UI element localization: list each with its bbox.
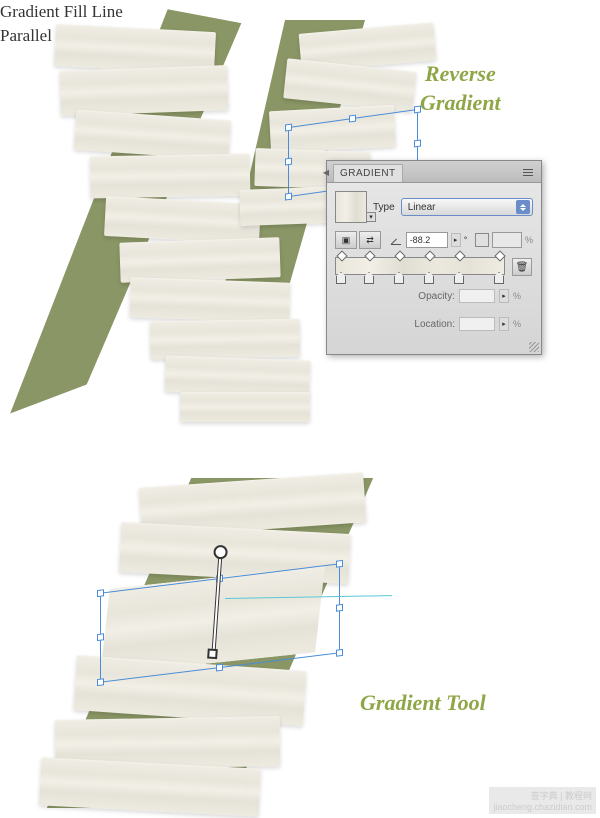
color-stop[interactable] [394,272,404,284]
bandage-strip [129,277,290,323]
opacity-stepper-icon[interactable]: ▸ [499,289,509,303]
type-label: Type [373,202,395,213]
delete-stop-button[interactable]: 🗑 [512,258,532,276]
selection-handle[interactable] [414,139,421,147]
aspect-ratio-icon [475,233,489,247]
bandage-strip [269,105,396,153]
opacity-stop[interactable] [494,250,505,261]
selection-handle[interactable] [336,649,343,657]
selection-handle[interactable] [97,678,104,686]
panel-body: ▾ Type Linear ▣ ⇄ -88.2 ▸ ° [327,183,541,343]
reverse-gradient-button[interactable]: ⇄ [359,231,381,249]
gradient-panel[interactable]: ◀ GRADIENT ▾ Type Linear ▣ ⇄ [326,160,542,355]
bandage-strip [119,237,280,283]
angle-input[interactable]: -88.2 [406,232,448,248]
panel-collapse-button[interactable]: ◀ [321,165,331,179]
opacity-input[interactable] [459,289,495,303]
selection-handle[interactable] [336,560,343,568]
bandage-strip [150,319,301,360]
type-select-dropdown[interactable]: Linear [401,198,533,216]
aspect-input[interactable] [492,232,522,248]
color-stop[interactable] [454,272,464,284]
selection-handle[interactable] [97,633,104,641]
selection-handle[interactable] [97,589,104,597]
bandage-strip [90,154,251,199]
panel-resize-grip[interactable] [529,342,539,352]
panel-menu-button[interactable] [523,165,537,179]
location-input[interactable] [459,317,495,331]
stroke-fill-toggle[interactable]: ▣ [335,231,357,249]
color-stop[interactable] [364,272,374,284]
dropdown-arrows-icon [516,200,530,214]
opacity-label: Opacity: [405,291,455,302]
location-stepper-icon[interactable]: ▸ [499,317,509,331]
color-stop[interactable] [336,272,346,284]
selection-handle[interactable] [216,664,223,672]
bandage-strip [164,355,310,396]
gradient-ramp[interactable]: 🗑 [335,257,505,275]
color-stop[interactable] [424,272,434,284]
bandage-strip [74,110,231,161]
opacity-stop[interactable] [424,250,435,261]
panel-tab-gradient[interactable]: GRADIENT [333,164,403,182]
opacity-stop[interactable] [454,250,465,261]
bandage-strip [104,196,261,244]
bandage-strip [180,392,310,422]
angle-icon [389,233,403,247]
swatch-dropdown-icon[interactable]: ▾ [366,212,376,222]
gradient-end-handle[interactable] [207,648,218,659]
watermark: 查字典 | 教程网 jiaocheng.chazidian.com [489,787,596,814]
location-label: Location: [405,319,455,330]
bandage-strip [59,65,228,116]
opacity-stop[interactable] [364,250,375,261]
annotation-reverse-gradient: Reverse Gradient [420,60,501,117]
angle-stepper-icon[interactable]: ▸ [451,233,461,247]
gradient-swatch-preview[interactable]: ▾ [335,191,367,223]
color-stop[interactable] [494,272,504,284]
opacity-stop[interactable] [394,250,405,261]
opacity-stop[interactable] [336,250,347,261]
lower-artwork [40,478,380,808]
annotation-gradient-tool: Gradient Tool [360,690,486,716]
panel-header[interactable]: ◀ GRADIENT [327,161,541,183]
selection-handle[interactable] [336,604,343,612]
